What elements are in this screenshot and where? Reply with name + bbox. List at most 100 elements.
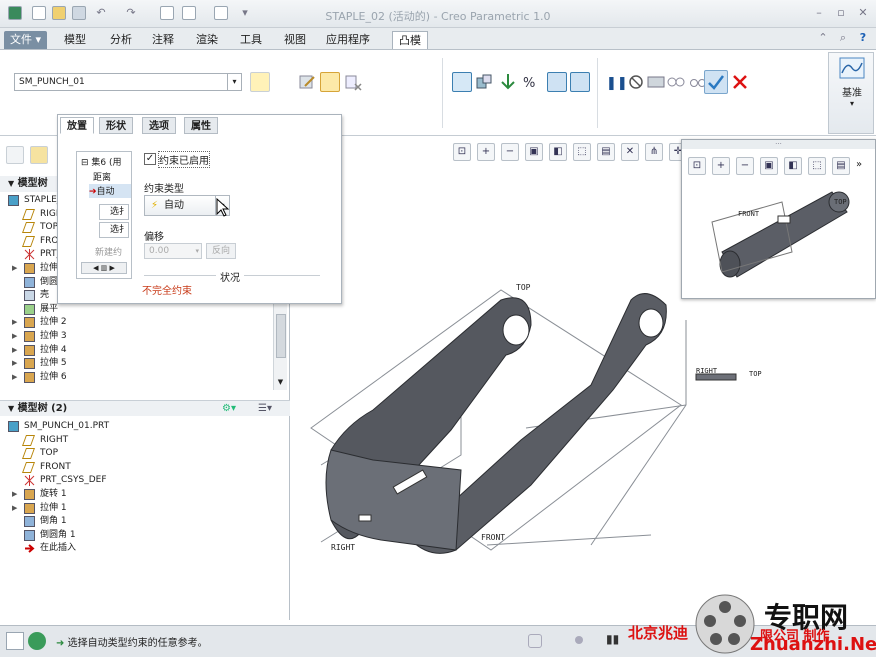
csys-icon xyxy=(24,475,35,487)
preview-refit-icon[interactable]: ⊡ xyxy=(688,157,706,175)
no-preview-icon[interactable] xyxy=(626,72,646,92)
tab-applications[interactable]: 应用程序 xyxy=(326,31,370,49)
constraint-type-label: 约束类型 xyxy=(144,184,184,195)
show-icon[interactable]: ☰▾ xyxy=(258,401,272,417)
preview-style-icon[interactable]: ◧ xyxy=(784,157,802,175)
tree-item-label: 拉伸 6 xyxy=(40,371,67,382)
open-component-button[interactable] xyxy=(250,72,270,92)
minimize-icon[interactable]: – xyxy=(812,6,826,20)
tab-placement[interactable]: 放置 xyxy=(60,117,94,134)
maximize-icon[interactable]: ▫ xyxy=(834,6,848,20)
horizontal-scrollbar[interactable]: ◀ ▥ ▶ xyxy=(81,262,127,274)
search-icon[interactable]: ⌕ xyxy=(836,31,850,45)
constraint-enabled-checkbox[interactable]: ✓ xyxy=(144,153,156,165)
scroll-thumb[interactable] xyxy=(276,314,286,358)
show-3d-dragger-button[interactable] xyxy=(452,72,472,92)
punch-top-label: TOP xyxy=(749,370,762,378)
ok-button[interactable] xyxy=(704,70,728,94)
plane-icon xyxy=(21,208,36,220)
preview-repaint-icon[interactable]: ▣ xyxy=(760,157,778,175)
watermark-logo-ball xyxy=(695,594,755,654)
preview-window-button[interactable] xyxy=(547,72,567,92)
tab-analysis[interactable]: 分析 xyxy=(110,31,132,49)
list-item-auto[interactable]: ➔自动 xyxy=(89,184,131,198)
expand-icon[interactable]: ▶ xyxy=(12,330,17,343)
browser-toggle-icon[interactable] xyxy=(28,632,46,650)
close-icon[interactable]: ✕ xyxy=(856,6,870,20)
datum-button[interactable]: 基准 ▾ xyxy=(828,52,874,134)
preview-icon[interactable] xyxy=(646,72,666,92)
tab-properties[interactable]: 属性 xyxy=(184,117,218,134)
expand-icon[interactable]: ▶ xyxy=(12,357,17,370)
file-menu[interactable]: 文件 ▾ xyxy=(4,31,48,49)
tab-tools[interactable]: 工具 xyxy=(240,31,262,49)
pause-icon[interactable]: ❚❚ xyxy=(606,76,628,91)
tab-annotate[interactable]: 注释 xyxy=(152,31,174,49)
flip-button[interactable]: 反向 xyxy=(206,243,236,259)
menu-bar: 文件 ▾ 模型 分析 注释 渲染 工具 视图 应用程序 凸模 ⌃ ⌕ ? xyxy=(0,28,876,50)
component-preview-window[interactable]: ··· ⊡ + − ▣ ◧ ⬚ ▤ » FRONT TOP xyxy=(681,139,876,299)
tab-view[interactable]: 视图 xyxy=(284,31,306,49)
layers-icon[interactable] xyxy=(30,146,48,164)
collapse-icon[interactable]: ▼ xyxy=(8,179,14,188)
help-icon[interactable]: ? xyxy=(856,31,870,45)
separate-window-button[interactable] xyxy=(320,72,340,92)
remove-icon[interactable] xyxy=(343,72,363,92)
selection-icon[interactable] xyxy=(575,636,583,644)
expand-icon[interactable]: ▶ xyxy=(12,316,17,329)
navigator-toggle-icon[interactable] xyxy=(6,632,24,650)
tab-punch[interactable]: 凸模 xyxy=(392,31,428,49)
collapse-icon[interactable]: ▼ xyxy=(8,404,14,413)
filter-icon[interactable]: ▮▮ xyxy=(606,632,624,650)
settings-icon[interactable]: ⚙▾ xyxy=(222,401,236,417)
tree-item-label: RIGHT xyxy=(40,434,69,445)
component-select[interactable]: SM_PUNCH_01 ▾ xyxy=(14,73,242,91)
preview-toolbar: ⊡ + − ▣ ◧ ⬚ ▤ » xyxy=(686,157,872,179)
offset-input[interactable]: 0.00 ▾ xyxy=(144,243,202,259)
main-window-button[interactable] xyxy=(570,72,590,92)
list-item-distance[interactable]: 距离 xyxy=(93,170,111,183)
expand-icon[interactable]: ▶ xyxy=(12,488,17,501)
expand-icon[interactable]: ▶ xyxy=(12,371,17,384)
cancel-button[interactable] xyxy=(730,72,750,92)
front-label: FRONT xyxy=(481,533,505,542)
ext-icon xyxy=(24,317,35,329)
direction-icon[interactable] xyxy=(498,72,518,92)
tab-shape[interactable]: 形状 xyxy=(99,117,133,134)
expand-icon[interactable]: ▶ xyxy=(12,344,17,357)
round-icon xyxy=(24,529,35,541)
preview-zoom-out-icon[interactable]: − xyxy=(736,157,754,175)
preview-views-icon[interactable]: ⬚ xyxy=(808,157,826,175)
part-icon xyxy=(8,195,19,206)
tab-model[interactable]: 模型 xyxy=(64,31,86,49)
preview-title-grip[interactable]: ··· xyxy=(682,140,875,149)
tab-render[interactable]: 渲染 xyxy=(196,31,218,49)
tab-options[interactable]: 选项 xyxy=(142,117,176,134)
constraint-icon[interactable] xyxy=(474,72,494,92)
more-icon[interactable]: » xyxy=(856,159,862,170)
percent-icon[interactable]: % xyxy=(520,72,540,92)
tree-item-label: 倒角 1 xyxy=(40,516,67,527)
tree-item-label: 拉伸 xyxy=(40,263,59,273)
select-ref-1-button[interactable]: 选扌 xyxy=(99,204,129,220)
new-constraint-link[interactable]: 新建约 xyxy=(95,245,122,258)
select-ref-2-button[interactable]: 选扌 xyxy=(99,222,129,238)
scroll-down-icon[interactable]: ▼ xyxy=(275,378,286,390)
tree-item-label: FRONT xyxy=(40,461,71,472)
tree-view-icon[interactable] xyxy=(6,146,24,164)
expand-icon[interactable]: ▶ xyxy=(12,502,17,515)
csys-icon xyxy=(24,249,35,261)
preview-camera-icon[interactable]: ▤ xyxy=(832,157,850,175)
edit-sketch-icon[interactable] xyxy=(297,72,317,92)
window-title: STAPLE_02 (活动的) - Creo Parametric 1.0 xyxy=(325,10,551,23)
tree-item-label: 拉伸 5 xyxy=(40,358,67,369)
expand-icon[interactable]: ▶ xyxy=(12,262,17,275)
expand-ribbon-icon[interactable]: ⌃ xyxy=(816,31,830,45)
status-value: 不完全约束 xyxy=(142,286,192,297)
plane-icon xyxy=(21,461,36,473)
set-6-item[interactable]: ⊟ 集6 (用 xyxy=(81,155,122,168)
preview-zoom-in-icon[interactable]: + xyxy=(712,157,730,175)
verify-icon[interactable] xyxy=(666,72,686,92)
rev-icon xyxy=(24,489,35,500)
plane-icon xyxy=(21,222,36,234)
